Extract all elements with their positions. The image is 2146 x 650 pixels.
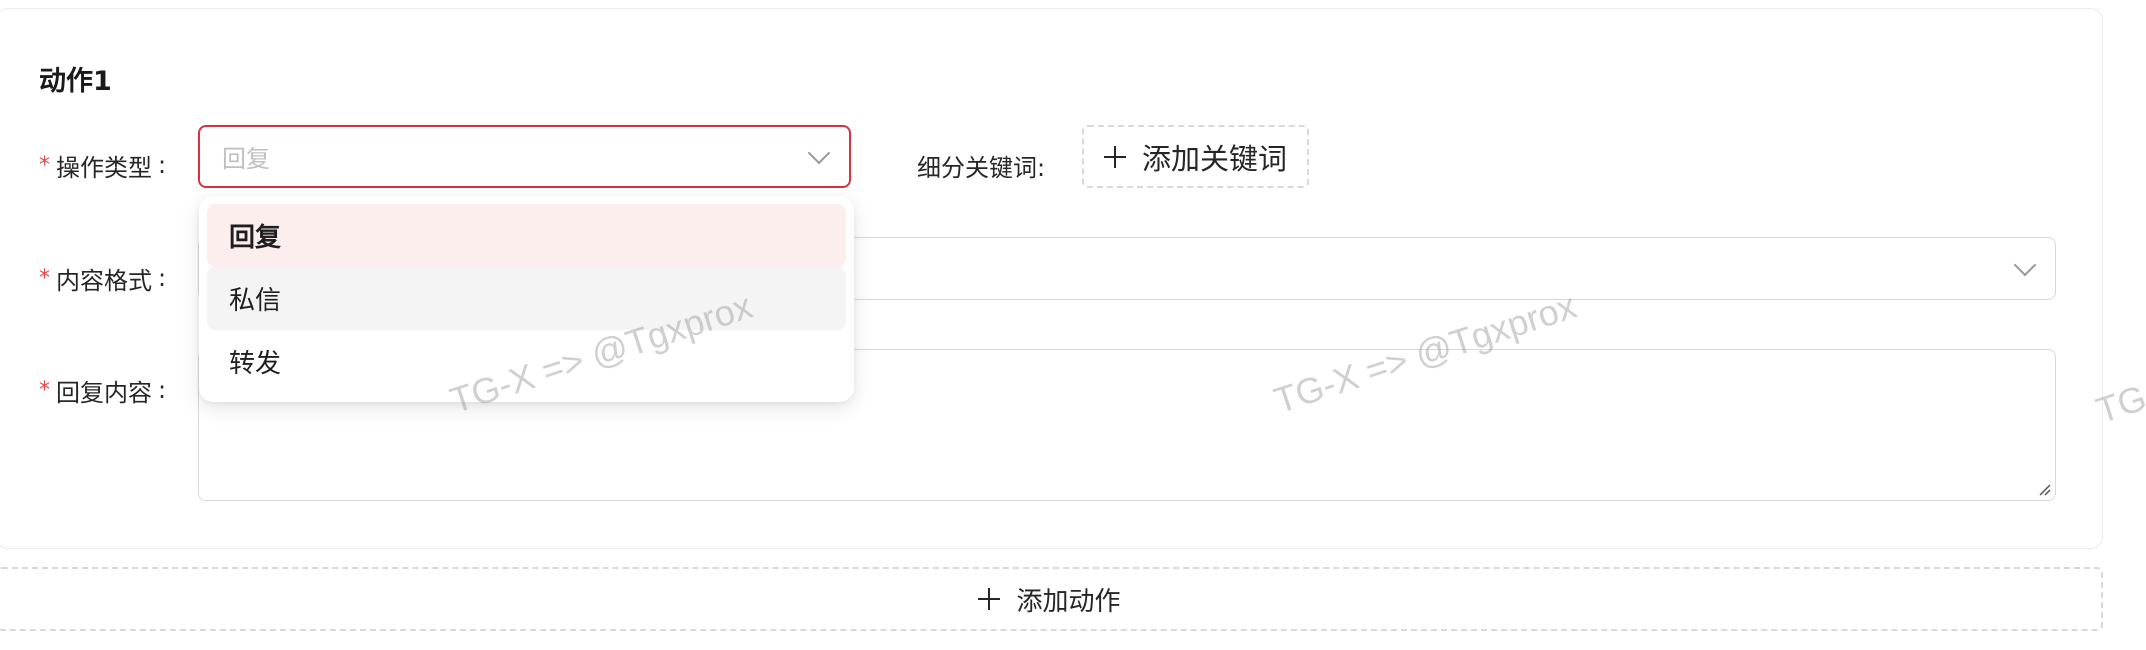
operation-type-dropdown: 回复 私信 转发 bbox=[199, 196, 854, 402]
operation-type-select[interactable]: 回复 bbox=[198, 125, 851, 188]
required-mark: * bbox=[39, 152, 50, 178]
dropdown-option-reply[interactable]: 回复 bbox=[207, 204, 846, 267]
dropdown-option-forward[interactable]: 转发 bbox=[207, 330, 846, 393]
resize-grip-icon[interactable] bbox=[2037, 482, 2051, 496]
keywords-label-text: 细分关键词: bbox=[917, 153, 1046, 182]
plus-icon bbox=[978, 588, 1001, 610]
add-action-label: 添加动作 bbox=[1016, 586, 1121, 617]
chevron-down-icon bbox=[807, 141, 831, 164]
content-format-label: * 内容格式 : bbox=[39, 258, 166, 298]
dropdown-option-private-message[interactable]: 私信 bbox=[207, 267, 846, 330]
page: 动作1 * 操作类型 : 回复 细分关键词: 添加关键词 * 内容格式 : * … bbox=[0, 0, 2146, 650]
action-card-title: 动作1 bbox=[39, 66, 112, 97]
content-format-label-text: 内容格式 bbox=[56, 266, 152, 295]
add-action-button[interactable]: 添加动作 bbox=[0, 567, 2103, 631]
add-keyword-label: 添加关键词 bbox=[1141, 141, 1287, 176]
operation-type-value: 回复 bbox=[222, 145, 270, 173]
chevron-down-icon bbox=[2013, 253, 2037, 276]
add-keyword-button[interactable]: 添加关键词 bbox=[1082, 125, 1309, 188]
keywords-label: 细分关键词: bbox=[917, 145, 1045, 185]
plus-icon bbox=[1103, 145, 1126, 168]
operation-type-label-text: 操作类型 bbox=[56, 153, 152, 182]
operation-type-label: * 操作类型 : bbox=[39, 145, 166, 185]
reply-content-label: * 回复内容 : bbox=[39, 370, 166, 410]
reply-content-label-text: 回复内容 bbox=[56, 378, 152, 407]
